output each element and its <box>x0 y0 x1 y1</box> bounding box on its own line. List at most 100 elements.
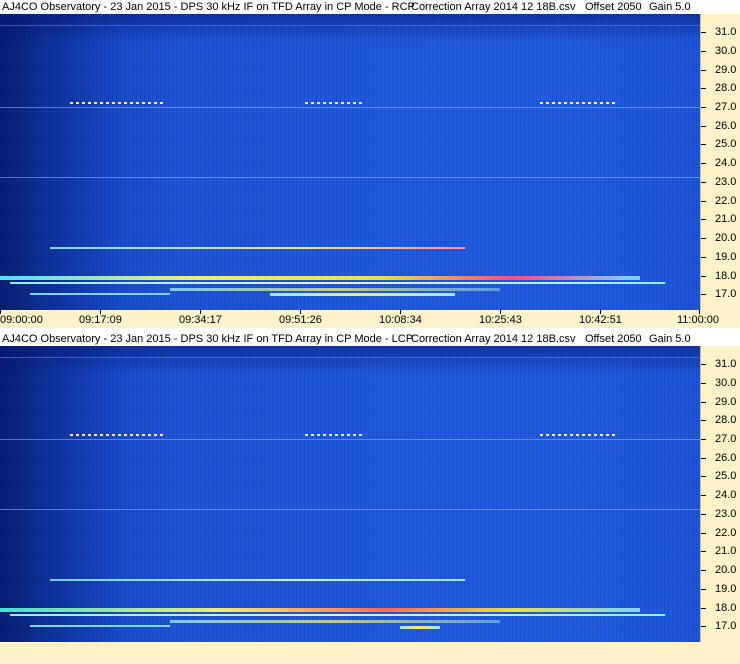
y-label: 19.0 <box>715 583 737 595</box>
y-label: 22.0 <box>715 195 737 207</box>
y-tick <box>701 276 706 277</box>
y-tick <box>701 439 706 440</box>
rcp-time-axis: 09:00:00 09:17:09 09:34:17 09:51:26 10:0… <box>0 310 740 328</box>
y-tick <box>701 476 706 477</box>
lcp-dashed-signal <box>70 434 165 436</box>
lcp-title: AJ4CO Observatory - 23 Jan 2015 - DPS 30… <box>2 333 414 345</box>
lcp-correction-file: Correction Array 2014 12 18B.csv <box>411 333 576 345</box>
y-label: 24.0 <box>715 489 737 501</box>
rcp-dashed-signal <box>70 102 165 104</box>
lcp-band-line <box>0 509 700 510</box>
lcp-signal-trace <box>170 620 500 623</box>
x-label: 10:42:51 <box>579 314 622 326</box>
y-tick <box>701 551 706 552</box>
y-tick <box>701 51 706 52</box>
x-label: 09:00:00 <box>0 314 43 326</box>
y-label: 20.0 <box>715 564 737 576</box>
y-tick <box>701 514 706 515</box>
rcp-band-line <box>0 177 700 178</box>
y-tick <box>701 364 706 365</box>
rcp-spectrogram-panel: AJ4CO Observatory - 23 Jan 2015 - DPS 30… <box>0 0 740 332</box>
y-tick <box>701 182 706 183</box>
lcp-signal-trace <box>30 625 170 627</box>
y-label: 28.0 <box>715 82 737 94</box>
y-label: 30.0 <box>715 45 737 57</box>
y-label: 27.0 <box>715 433 737 445</box>
rcp-dashed-signal <box>540 102 615 104</box>
rcp-frequency-axis: 31.0 30.0 29.0 28.0 27.0 26.0 25.0 24.0 … <box>700 14 740 310</box>
y-tick <box>701 533 706 534</box>
x-label: 09:17:09 <box>79 314 122 326</box>
y-tick <box>701 257 706 258</box>
y-tick <box>701 402 706 403</box>
y-label: 24.0 <box>715 157 737 169</box>
y-tick <box>701 107 706 108</box>
lcp-gain: Gain 5.0 <box>649 333 691 345</box>
lcp-dashed-signal <box>305 434 365 436</box>
y-tick <box>701 126 706 127</box>
rcp-offset: Offset 2050 <box>585 1 642 13</box>
lcp-title-bar: AJ4CO Observatory - 23 Jan 2015 - DPS 30… <box>0 332 740 346</box>
y-label: 21.0 <box>715 545 737 557</box>
rcp-gain: Gain 5.0 <box>649 1 691 13</box>
x-label: 11:00:00 <box>677 314 720 326</box>
rcp-band-line <box>0 107 700 108</box>
y-label: 23.0 <box>715 508 737 520</box>
y-label: 28.0 <box>715 414 737 426</box>
rcp-signal-trace <box>30 293 170 295</box>
rcp-dashed-signal <box>305 102 365 104</box>
x-label: 10:08:34 <box>379 314 422 326</box>
y-label: 23.0 <box>715 176 737 188</box>
rcp-title: AJ4CO Observatory - 23 Jan 2015 - DPS 30… <box>2 1 415 13</box>
rcp-signal-trace <box>0 276 640 280</box>
y-tick <box>701 458 706 459</box>
y-tick <box>701 163 706 164</box>
lcp-signal-trace <box>400 626 440 629</box>
y-tick <box>701 32 706 33</box>
y-label: 18.0 <box>715 602 737 614</box>
y-label: 21.0 <box>715 213 737 225</box>
y-label: 20.0 <box>715 232 737 244</box>
lcp-band-line <box>0 357 700 358</box>
y-tick <box>701 589 706 590</box>
y-tick <box>701 144 706 145</box>
lcp-frequency-axis: 31.0 30.0 29.0 28.0 27.0 26.0 25.0 24.0 … <box>700 346 740 642</box>
y-label: 22.0 <box>715 527 737 539</box>
y-tick <box>701 201 706 202</box>
rcp-signal-trace <box>10 282 665 284</box>
lcp-spectrogram[interactable] <box>0 346 700 642</box>
rcp-signal-trace <box>170 288 500 291</box>
x-label: 09:34:17 <box>179 314 222 326</box>
y-tick <box>701 420 706 421</box>
y-label: 31.0 <box>715 358 737 370</box>
y-tick <box>701 219 706 220</box>
y-tick <box>701 88 706 89</box>
y-label: 31.0 <box>715 26 737 38</box>
rcp-spectrogram[interactable] <box>0 14 700 310</box>
y-tick <box>701 570 706 571</box>
y-tick <box>701 238 706 239</box>
y-tick <box>701 608 706 609</box>
lcp-spectrogram-panel: AJ4CO Observatory - 23 Jan 2015 - DPS 30… <box>0 332 740 664</box>
lcp-band-line <box>0 439 700 440</box>
y-label: 17.0 <box>715 288 737 300</box>
y-label: 25.0 <box>715 470 737 482</box>
rcp-title-bar: AJ4CO Observatory - 23 Jan 2015 - DPS 30… <box>0 0 740 14</box>
y-label: 26.0 <box>715 452 737 464</box>
y-label: 30.0 <box>715 377 737 389</box>
y-label: 17.0 <box>715 620 737 632</box>
rcp-correction-file: Correction Array 2014 12 18B.csv <box>411 1 576 13</box>
y-label: 25.0 <box>715 138 737 150</box>
y-label: 29.0 <box>715 396 737 408</box>
lcp-dashed-signal <box>540 434 615 436</box>
lcp-offset: Offset 2050 <box>585 333 642 345</box>
x-label: 10:25:43 <box>479 314 522 326</box>
y-label: 26.0 <box>715 120 737 132</box>
y-label: 27.0 <box>715 101 737 113</box>
lcp-signal-trace <box>10 614 665 616</box>
lcp-signal-trace <box>0 608 640 612</box>
y-label: 29.0 <box>715 64 737 76</box>
rcp-band-line <box>0 25 700 26</box>
x-label: 09:51:26 <box>279 314 322 326</box>
y-tick <box>701 70 706 71</box>
